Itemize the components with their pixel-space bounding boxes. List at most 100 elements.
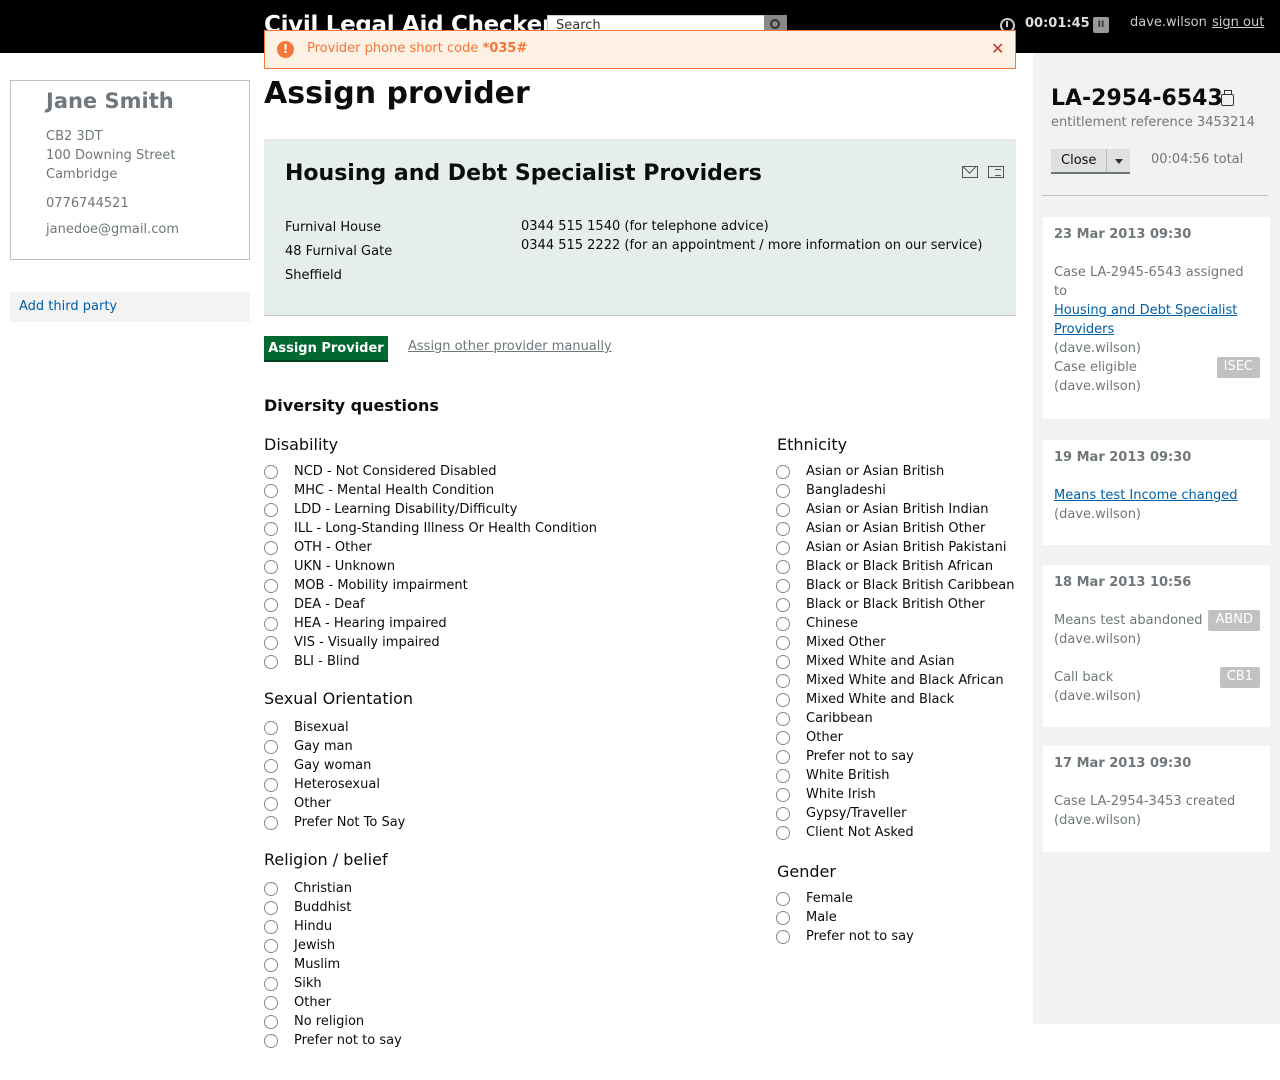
religion-option[interactable]: No religion — [264, 1012, 364, 1031]
ethnicity-radio[interactable] — [776, 673, 790, 688]
ethnicity-option[interactable]: Mixed White and Black African — [776, 671, 1004, 690]
disability-radio[interactable] — [264, 483, 278, 498]
sexual-orientation-radio[interactable] — [264, 758, 278, 773]
sexual-orientation-option[interactable]: Gay woman — [264, 756, 371, 775]
ethnicity-option[interactable]: Gypsy/Traveller — [776, 804, 906, 823]
means-test-link[interactable]: Means test Income changed — [1054, 488, 1238, 503]
sexual-orientation-option[interactable]: Bisexual — [264, 718, 349, 737]
religion-option[interactable]: Sikh — [264, 974, 322, 993]
ethnicity-option[interactable]: Client Not Asked — [776, 823, 914, 842]
ethnicity-radio[interactable] — [776, 749, 790, 764]
email-icon[interactable] — [962, 166, 978, 178]
disability-radio[interactable] — [264, 616, 278, 631]
disability-radio[interactable] — [264, 464, 278, 479]
disability-radio[interactable] — [264, 578, 278, 593]
ethnicity-radio[interactable] — [776, 578, 790, 593]
ethnicity-radio[interactable] — [776, 825, 790, 840]
religion-radio[interactable] — [264, 900, 278, 915]
sexual-orientation-radio[interactable] — [264, 815, 278, 830]
sexual-orientation-radio[interactable] — [264, 720, 278, 735]
religion-option[interactable]: Christian — [264, 879, 352, 898]
close-case-button[interactable]: Close — [1051, 149, 1130, 174]
disability-option[interactable]: LDD - Learning Disability/Difficulty — [264, 500, 517, 519]
sexual-orientation-radio[interactable] — [264, 739, 278, 754]
disability-option[interactable]: ILL - Long-Standing Illness Or Health Co… — [264, 519, 597, 538]
religion-radio[interactable] — [264, 976, 278, 991]
religion-option[interactable]: Hindu — [264, 917, 332, 936]
disability-option[interactable]: BLI - Blind — [264, 652, 360, 671]
religion-radio[interactable] — [264, 957, 278, 972]
disability-radio[interactable] — [264, 635, 278, 650]
religion-radio[interactable] — [264, 881, 278, 896]
disability-radio[interactable] — [264, 540, 278, 555]
ethnicity-radio[interactable] — [776, 464, 790, 479]
disability-radio[interactable] — [264, 502, 278, 517]
disability-option[interactable]: MOB - Mobility impairment — [264, 576, 468, 595]
disability-radio[interactable] — [264, 597, 278, 612]
sign-out-link[interactable]: sign out — [1212, 15, 1264, 30]
gender-option[interactable]: Prefer not to say — [776, 927, 914, 946]
ethnicity-radio[interactable] — [776, 635, 790, 650]
details-icon[interactable] — [988, 166, 1004, 178]
pause-button[interactable]: II — [1093, 17, 1109, 33]
religion-option[interactable]: Buddhist — [264, 898, 351, 917]
ethnicity-radio[interactable] — [776, 692, 790, 707]
ethnicity-radio[interactable] — [776, 597, 790, 612]
ethnicity-option[interactable]: Mixed White and Asian — [776, 652, 955, 671]
religion-radio[interactable] — [264, 995, 278, 1010]
sexual-orientation-option[interactable]: Heterosexual — [264, 775, 380, 794]
disability-option[interactable]: UKN - Unknown — [264, 557, 395, 576]
religion-radio[interactable] — [264, 938, 278, 953]
religion-radio[interactable] — [264, 919, 278, 934]
sexual-orientation-option[interactable]: Gay man — [264, 737, 353, 756]
gender-option[interactable]: Male — [776, 908, 837, 927]
ethnicity-option[interactable]: Asian or Asian British Pakistani — [776, 538, 1006, 557]
ethnicity-option[interactable]: Asian or Asian British — [776, 462, 944, 481]
religion-option[interactable]: Muslim — [264, 955, 340, 974]
ethnicity-radio[interactable] — [776, 806, 790, 821]
sexual-orientation-option[interactable]: Prefer Not To Say — [264, 813, 405, 832]
ethnicity-option[interactable]: Black or Black British Other — [776, 595, 985, 614]
disability-radio[interactable] — [264, 654, 278, 669]
clipboard-icon[interactable] — [1221, 90, 1234, 106]
ethnicity-radio[interactable] — [776, 711, 790, 726]
ethnicity-radio[interactable] — [776, 521, 790, 536]
ethnicity-option[interactable]: Other — [776, 728, 843, 747]
disability-option[interactable]: VIS - Visually impaired — [264, 633, 440, 652]
ethnicity-radio[interactable] — [776, 787, 790, 802]
close-icon[interactable]: ✕ — [991, 39, 1004, 58]
add-third-party-link[interactable]: Add third party — [10, 292, 250, 322]
chevron-down-icon[interactable] — [1106, 149, 1130, 172]
assign-other-provider-link[interactable]: Assign other provider manually — [408, 339, 612, 354]
ethnicity-radio[interactable] — [776, 483, 790, 498]
disability-option[interactable]: HEA - Hearing impaired — [264, 614, 447, 633]
religion-option[interactable]: Prefer not to say — [264, 1031, 402, 1050]
ethnicity-radio[interactable] — [776, 768, 790, 783]
provider-link[interactable]: Housing and Debt Specialist Providers — [1054, 303, 1237, 337]
ethnicity-option[interactable]: Bangladeshi — [776, 481, 886, 500]
ethnicity-option[interactable]: Chinese — [776, 614, 858, 633]
disability-option[interactable]: DEA - Deaf — [264, 595, 365, 614]
religion-radio[interactable] — [264, 1014, 278, 1029]
ethnicity-option[interactable]: Black or Black British Caribbean — [776, 576, 1014, 595]
religion-option[interactable]: Jewish — [264, 936, 335, 955]
gender-option[interactable]: Female — [776, 889, 853, 908]
gender-radio[interactable] — [776, 929, 790, 944]
ethnicity-option[interactable]: Caribbean — [776, 709, 873, 728]
ethnicity-option[interactable]: Prefer not to say — [776, 747, 914, 766]
ethnicity-radio[interactable] — [776, 559, 790, 574]
disability-radio[interactable] — [264, 521, 278, 536]
gender-radio[interactable] — [776, 910, 790, 925]
religion-option[interactable]: Other — [264, 993, 331, 1012]
sexual-orientation-option[interactable]: Other — [264, 794, 331, 813]
ethnicity-radio[interactable] — [776, 502, 790, 517]
ethnicity-option[interactable]: White British — [776, 766, 890, 785]
ethnicity-radio[interactable] — [776, 730, 790, 745]
ethnicity-option[interactable]: Black or Black British African — [776, 557, 993, 576]
ethnicity-option[interactable]: Asian or Asian British Indian — [776, 500, 989, 519]
ethnicity-option[interactable]: Mixed Other — [776, 633, 885, 652]
disability-radio[interactable] — [264, 559, 278, 574]
ethnicity-option[interactable]: Asian or Asian British Other — [776, 519, 985, 538]
sexual-orientation-radio[interactable] — [264, 796, 278, 811]
assign-provider-button[interactable]: Assign Provider — [264, 336, 388, 362]
